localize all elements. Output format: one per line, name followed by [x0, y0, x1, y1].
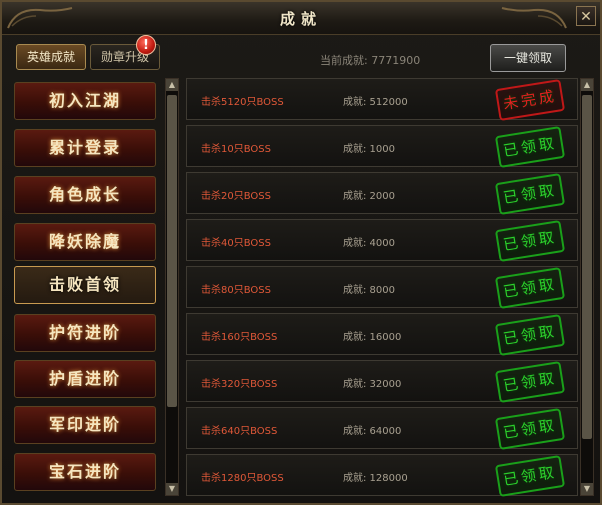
- status-stamp-claimed: 已领取: [494, 126, 566, 168]
- category-boss-defeat[interactable]: 击败首领: [14, 266, 156, 304]
- achievement-row: 击杀40只BOSS 成就: 4000 已领取: [186, 219, 578, 262]
- achievement-task: 击杀640只BOSS: [201, 426, 278, 437]
- close-icon: ✕: [580, 9, 592, 25]
- achievement-score: 成就: 128000: [343, 473, 408, 484]
- achievement-row: 击杀5120只BOSS 成就: 512000 未完成: [186, 78, 578, 121]
- achievement-list: 击杀5120只BOSS 成就: 512000 未完成 击杀10只BOSS 成就:…: [186, 76, 580, 498]
- achievement-task: 击杀40只BOSS: [201, 238, 271, 249]
- scroll-thumb[interactable]: [167, 95, 177, 407]
- status-stamp-incomplete: 未完成: [494, 79, 566, 121]
- category-shield[interactable]: 护盾进阶: [14, 360, 156, 398]
- status-stamp-claimed: 已领取: [494, 220, 566, 262]
- status-stamp-claimed: 已领取: [494, 455, 566, 497]
- scroll-down-icon[interactable]: ▼: [581, 483, 593, 495]
- achievement-row: 击杀20只BOSS 成就: 2000 已领取: [186, 172, 578, 215]
- achievement-row: 击杀10只BOSS 成就: 1000 已领取: [186, 125, 578, 168]
- achievement-row: 击杀320只BOSS 成就: 32000 已领取: [186, 360, 578, 403]
- category-scrollbar[interactable]: ▲ ▼: [165, 78, 179, 496]
- close-button[interactable]: ✕: [576, 6, 596, 26]
- category-demon-slaying[interactable]: 降妖除魔: [14, 223, 156, 261]
- achievement-task: 击杀10只BOSS: [201, 144, 271, 155]
- achievement-row: 击杀640只BOSS 成就: 64000 已领取: [186, 407, 578, 450]
- achievement-scrollbar[interactable]: ▲ ▼: [580, 78, 594, 496]
- scroll-up-icon[interactable]: ▲: [581, 79, 593, 91]
- status-stamp-claimed: 已领取: [494, 267, 566, 309]
- status-stamp-claimed: 已领取: [494, 173, 566, 215]
- achievement-score: 成就: 512000: [343, 97, 408, 108]
- category-growth[interactable]: 角色成长: [14, 176, 156, 214]
- status-stamp-claimed: 已领取: [494, 408, 566, 450]
- category-amulet[interactable]: 护符进阶: [14, 314, 156, 352]
- achievement-score: 成就: 16000: [343, 332, 402, 343]
- tab-hero-achievements[interactable]: 英雄成就: [16, 44, 86, 70]
- notification-badge: !: [136, 35, 156, 55]
- category-list: 初入江湖 累计登录 角色成长 降妖除魔 击败首领 护符进阶 护盾进阶 军印进阶 …: [10, 76, 166, 498]
- scroll-up-icon[interactable]: ▲: [166, 79, 178, 91]
- title-bar[interactable]: 成就 ✕: [2, 2, 600, 35]
- achievement-task: 击杀80只BOSS: [201, 285, 271, 296]
- achievement-row: 击杀80只BOSS 成就: 8000 已领取: [186, 266, 578, 309]
- achievement-window: 成就 ✕ 英雄成就 勋章升级 ! 当前成就: 7771900 一键领取 初入江湖…: [0, 0, 602, 505]
- achievement-score: 成就: 32000: [343, 379, 402, 390]
- achievement-score: 成就: 1000: [343, 144, 395, 155]
- category-login[interactable]: 累计登录: [14, 129, 156, 167]
- category-seal[interactable]: 军印进阶: [14, 406, 156, 444]
- ornament-icon: [501, 7, 567, 29]
- achievement-score: 成就: 2000: [343, 191, 395, 202]
- achievement-row: 击杀1280只BOSS 成就: 128000 已领取: [186, 454, 578, 497]
- achievement-task: 击杀160只BOSS: [201, 332, 278, 343]
- scroll-thumb[interactable]: [582, 95, 592, 439]
- status-stamp-claimed: 已领取: [494, 361, 566, 403]
- achievement-score: 成就: 64000: [343, 426, 402, 437]
- claim-all-button[interactable]: 一键领取: [490, 44, 566, 72]
- current-achievement-score: 当前成就: 7771900: [320, 54, 421, 67]
- category-gem[interactable]: 宝石进阶: [14, 453, 156, 491]
- achievement-score: 成就: 4000: [343, 238, 395, 249]
- status-stamp-claimed: 已领取: [494, 314, 566, 356]
- achievement-score: 成就: 8000: [343, 285, 395, 296]
- achievement-task: 击杀20只BOSS: [201, 191, 271, 202]
- achievement-task: 击杀5120只BOSS: [201, 97, 284, 108]
- category-beginner[interactable]: 初入江湖: [14, 82, 156, 120]
- achievement-task: 击杀320只BOSS: [201, 379, 278, 390]
- achievement-task: 击杀1280只BOSS: [201, 473, 284, 484]
- scroll-down-icon[interactable]: ▼: [166, 483, 178, 495]
- achievement-row: 击杀160只BOSS 成就: 16000 已领取: [186, 313, 578, 356]
